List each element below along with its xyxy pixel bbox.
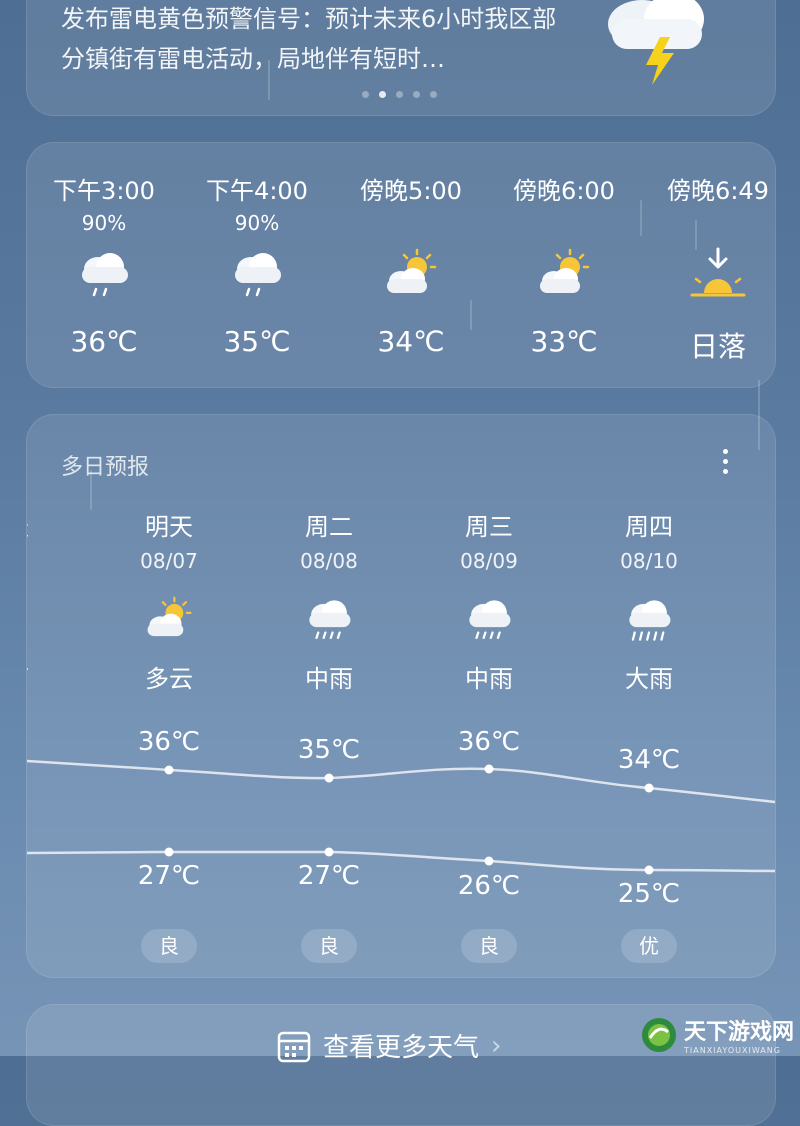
pager-dot-active <box>379 91 386 98</box>
hour-temperature: 34℃ <box>377 325 445 358</box>
partly-cloudy-icon <box>141 595 197 649</box>
pager-dot <box>430 91 437 98</box>
hour-temperature: 35℃ <box>223 325 291 358</box>
high-temp-point <box>644 783 654 793</box>
more-weather-label: 查看更多天气 <box>323 1033 480 1063</box>
day-date: 6 <box>27 549 82 573</box>
day-high-temp: 36℃ <box>457 727 521 757</box>
sunset-label: 日落 <box>689 330 746 363</box>
air-quality-badge: 良 <box>141 929 197 963</box>
partly-cloudy-icon <box>534 247 594 307</box>
calendar-icon <box>277 1031 311 1062</box>
sunset-icon <box>688 247 748 307</box>
hour-time: 傍晚6:49 <box>667 177 769 205</box>
day-high-temp: C <box>27 717 82 747</box>
low-temp-point <box>164 847 174 857</box>
pager-dot <box>362 91 369 98</box>
day-condition: 雨 <box>27 659 82 694</box>
day-condition: 多云 <box>145 665 193 693</box>
low-temp-point <box>644 865 654 875</box>
more-weather-link[interactable]: 查看更多天气 › <box>277 1027 501 1064</box>
daily-forecast-card[interactable]: 多日预报 天 6 雨 C C 明天 08/07 多云 36℃ 27℃ 良 周二 … <box>26 414 776 978</box>
day-low-temp: 27℃ <box>137 861 201 891</box>
alert-pager[interactable] <box>362 91 437 98</box>
rain-cloud-icon <box>461 595 517 649</box>
day-name: 周四 <box>625 513 673 541</box>
day-low-temp: 26℃ <box>457 871 521 901</box>
day-date: 08/09 <box>460 549 518 573</box>
day-name: 明天 <box>145 513 193 541</box>
air-quality-badge: 优 <box>621 929 677 963</box>
day-high-temp: 34℃ <box>617 745 681 775</box>
partly-cloudy-icon <box>381 247 441 307</box>
pager-dot <box>413 91 420 98</box>
low-temp-point <box>324 847 334 857</box>
day-date: 08/08 <box>300 549 358 573</box>
air-quality-badge: 良 <box>461 929 517 963</box>
day-condition: 中雨 <box>465 665 513 693</box>
watermark-subtitle: TIANXIAYOUXIWANG <box>684 1046 781 1055</box>
thunderstorm-icon <box>582 0 722 93</box>
air-quality-badge: 良 <box>301 929 357 963</box>
day-name: 天 <box>27 507 82 542</box>
rain-cloud-icon <box>74 247 134 307</box>
chevron-right-icon: › <box>491 1030 502 1061</box>
rain-cloud-icon <box>301 595 357 649</box>
rain-cloud-icon <box>227 247 287 307</box>
day-low-temp: 25℃ <box>617 879 681 909</box>
day-high-temp: 35℃ <box>297 735 361 765</box>
heavy-rain-icon <box>621 595 677 649</box>
hourly-forecast-card[interactable]: 下午3:00 90% 36℃ 下午4:00 90% 35℃ 傍晚5:00 34℃… <box>26 142 776 388</box>
hour-temperature: 36℃ <box>70 325 138 358</box>
day-condition: 大雨 <box>625 665 673 693</box>
watermark-logo-icon <box>642 1017 676 1052</box>
day-low-temp: C <box>27 861 82 891</box>
hour-precipitation: 90% <box>234 211 280 235</box>
pager-dot <box>396 91 403 98</box>
hour-time: 下午4:00 <box>206 177 308 205</box>
day-date: 08/07 <box>140 549 198 573</box>
day-condition: 中雨 <box>305 665 353 693</box>
day-date: 08/10 <box>620 549 678 573</box>
watermark: 天下游戏网 TIANXIAYOUXIWANG <box>640 1014 794 1055</box>
low-temp-point <box>484 856 494 866</box>
day-name: 周二 <box>305 513 353 541</box>
day-high-temp: 36℃ <box>137 727 201 757</box>
alert-text: 发布雷电黄色预警信号：预计未来6小时我区部分镇街有雷电活动，局地伴有短时… <box>61 5 557 73</box>
hour-precipitation: 90% <box>81 211 127 235</box>
hour-temperature: 33℃ <box>530 325 598 358</box>
day-name: 周三 <box>465 513 513 541</box>
high-temp-point <box>324 773 334 783</box>
weather-alert-card[interactable]: 发布雷电黄色预警信号：预计未来6小时我区部分镇街有雷电活动，局地伴有短时… <box>26 0 776 116</box>
watermark-title: 天下游戏网 <box>684 1020 795 1045</box>
hour-time: 傍晚5:00 <box>360 177 462 205</box>
day-low-temp: 27℃ <box>297 861 361 891</box>
high-temp-point <box>484 764 494 774</box>
hour-time: 傍晚6:00 <box>513 177 615 205</box>
high-temp-point <box>164 765 174 775</box>
hour-time: 下午3:00 <box>53 177 155 205</box>
